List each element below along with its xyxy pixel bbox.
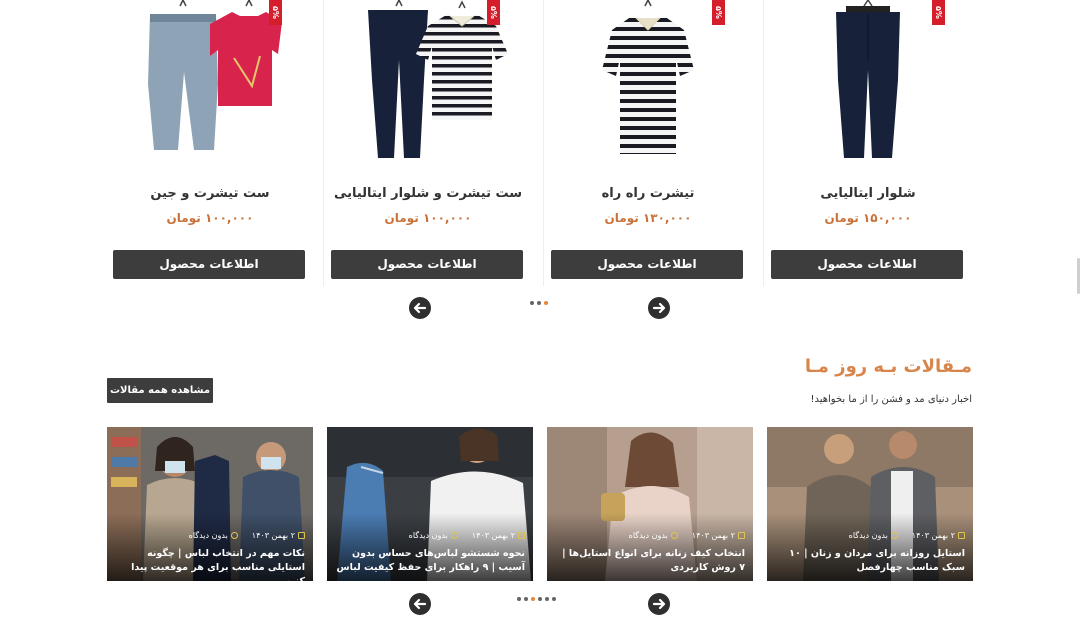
arrow-left-icon <box>413 598 427 610</box>
calendar-icon <box>958 532 965 539</box>
section-title: مـقالات بـه روز مـا <box>804 356 972 377</box>
section-subtitle: اخبار دنیای مد و فشن را از ما بخواهید! <box>810 394 972 405</box>
product-info-button[interactable]: اطلاعات محصول <box>551 250 743 279</box>
product-card[interactable]: ۵% ست تیشرت و شلوار ایتالیایی ۱۰۰,۰۰۰ تو… <box>324 0 532 286</box>
article-comments[interactable]: بدون دیدگاه <box>189 531 238 540</box>
article-title[interactable]: نکات مهم در انتخاب لباس | چگونه استایلی … <box>115 547 305 581</box>
pagination-dot[interactable] <box>552 597 556 601</box>
arrow-right-icon <box>652 598 666 610</box>
product-image-italian-pants[interactable] <box>764 0 972 170</box>
pagination-dot[interactable] <box>517 597 521 601</box>
article-date: ۲ بهمن ۱۴۰۳ <box>912 531 965 540</box>
carousel-prev-button[interactable] <box>648 297 670 319</box>
carousel-next-button[interactable] <box>409 297 431 319</box>
article-card[interactable]: ۲ بهمن ۱۴۰۳ بدون دیدگاه نحوه شستشو لباس‌… <box>327 427 533 581</box>
product-title[interactable]: ست تیشرت و شلوار ایتالیایی <box>324 186 532 201</box>
pagination-dot[interactable] <box>537 301 541 305</box>
sale-tag: ۵% <box>487 0 500 25</box>
article-comments[interactable]: بدون دیدگاه <box>849 531 898 540</box>
card-divider <box>323 0 324 286</box>
comment-icon <box>670 532 678 539</box>
articles-next-button[interactable] <box>409 593 431 615</box>
view-all-label: مشاهده همه مقالات <box>109 385 211 396</box>
article-date: ۲ بهمن ۱۴۰۳ <box>252 531 305 540</box>
chevron-left-icon: › <box>159 410 165 421</box>
article-meta: ۲ بهمن ۱۴۰۳ بدون دیدگاه <box>775 531 965 540</box>
sale-tag: ۵% <box>712 0 725 25</box>
product-price: ۱۰۰,۰۰۰ تومان <box>384 211 472 225</box>
product-carousel: ۵% شلوار ایتالیایی ۱۵۰,۰۰۰ تومان اطلاعات… <box>106 0 972 290</box>
sale-tag: ۵% <box>932 0 945 25</box>
article-meta: ۲ بهمن ۱۴۰۳ بدون دیدگاه <box>115 531 305 540</box>
product-image-shirt-pants-set[interactable] <box>324 0 532 170</box>
comment-icon <box>450 532 458 539</box>
article-meta: ۲ بهمن ۱۴۰۳ بدون دیدگاه <box>555 531 745 540</box>
pagination-dot[interactable] <box>530 301 534 305</box>
product-card[interactable]: ۵% شلوار ایتالیایی ۱۵۰,۰۰۰ تومان اطلاعات… <box>764 0 972 286</box>
article-comments[interactable]: بدون دیدگاه <box>409 531 458 540</box>
arrow-left-icon <box>413 302 427 314</box>
product-image-striped-tshirt[interactable] <box>544 0 752 170</box>
product-title[interactable]: تیشرت راه راه <box>544 186 752 201</box>
pagination-dot[interactable] <box>545 597 549 601</box>
pagination-dot[interactable] <box>524 597 528 601</box>
calendar-icon <box>738 532 745 539</box>
product-card[interactable]: ۵% تیشرت راه راه ۱۳۰,۰۰۰ تومان اطلاعات م… <box>544 0 752 286</box>
product-title[interactable]: ست تیشرت و جین <box>106 186 314 201</box>
pagination-dot[interactable] <box>538 597 542 601</box>
calendar-icon <box>518 532 525 539</box>
article-date: ۲ بهمن ۱۴۰۳ <box>472 531 525 540</box>
pagination-dot[interactable] <box>531 597 535 601</box>
product-image-tshirt-jeans-set[interactable] <box>106 0 314 170</box>
sale-tag: ۵% <box>269 0 282 25</box>
article-card[interactable]: ۲ بهمن ۱۴۰۳ بدون دیدگاه استایل روزانه بر… <box>767 427 973 581</box>
product-info-button[interactable]: اطلاعات محصول <box>771 250 963 279</box>
article-title[interactable]: استایل روزانه برای مردان و زنان | ۱۰ سبک… <box>775 547 965 575</box>
article-meta: ۲ بهمن ۱۴۰۳ بدون دیدگاه <box>335 531 525 540</box>
article-title[interactable]: نحوه شستشو لباس‌های حساس بدون آسیب | ۹ ر… <box>335 547 525 575</box>
product-card[interactable]: ۵% ست تیشرت و جین ۱۰۰,۰۰۰ تومان اطلاعات … <box>106 0 314 286</box>
article-comments[interactable]: بدون دیدگاه <box>629 531 678 540</box>
comment-icon <box>230 532 238 539</box>
page: ۵% شلوار ایتالیایی ۱۵۰,۰۰۰ تومان اطلاعات… <box>0 0 1080 623</box>
carousel-pagination <box>530 301 548 307</box>
pagination-dot[interactable] <box>544 301 548 305</box>
view-all-articles-button[interactable]: مشاهده همه مقالات › <box>107 378 213 421</box>
article-date: ۲ بهمن ۱۴۰۳ <box>692 531 745 540</box>
articles-prev-button[interactable] <box>648 593 670 615</box>
article-card[interactable]: ۲ بهمن ۱۴۰۳ بدون دیدگاه انتخاب کیف زنانه… <box>547 427 753 581</box>
product-price: ۱۰۰,۰۰۰ تومان <box>166 211 254 225</box>
comment-icon <box>890 532 898 539</box>
product-price: ۱۵۰,۰۰۰ تومان <box>824 211 912 225</box>
product-info-button[interactable]: اطلاعات محصول <box>113 250 305 279</box>
articles-pagination <box>517 597 556 603</box>
calendar-icon <box>298 532 305 539</box>
article-title[interactable]: انتخاب کیف زنانه برای انواع استایل‌ها | … <box>555 547 745 575</box>
product-info-button[interactable]: اطلاعات محصول <box>331 250 523 279</box>
product-price: ۱۳۰,۰۰۰ تومان <box>604 211 692 225</box>
article-card[interactable]: ۲ بهمن ۱۴۰۳ بدون دیدگاه نکات مهم در انتخ… <box>107 427 313 581</box>
card-divider <box>763 0 764 286</box>
card-divider <box>543 0 544 286</box>
product-title[interactable]: شلوار ایتالیایی <box>764 186 972 201</box>
arrow-right-icon <box>652 302 666 314</box>
